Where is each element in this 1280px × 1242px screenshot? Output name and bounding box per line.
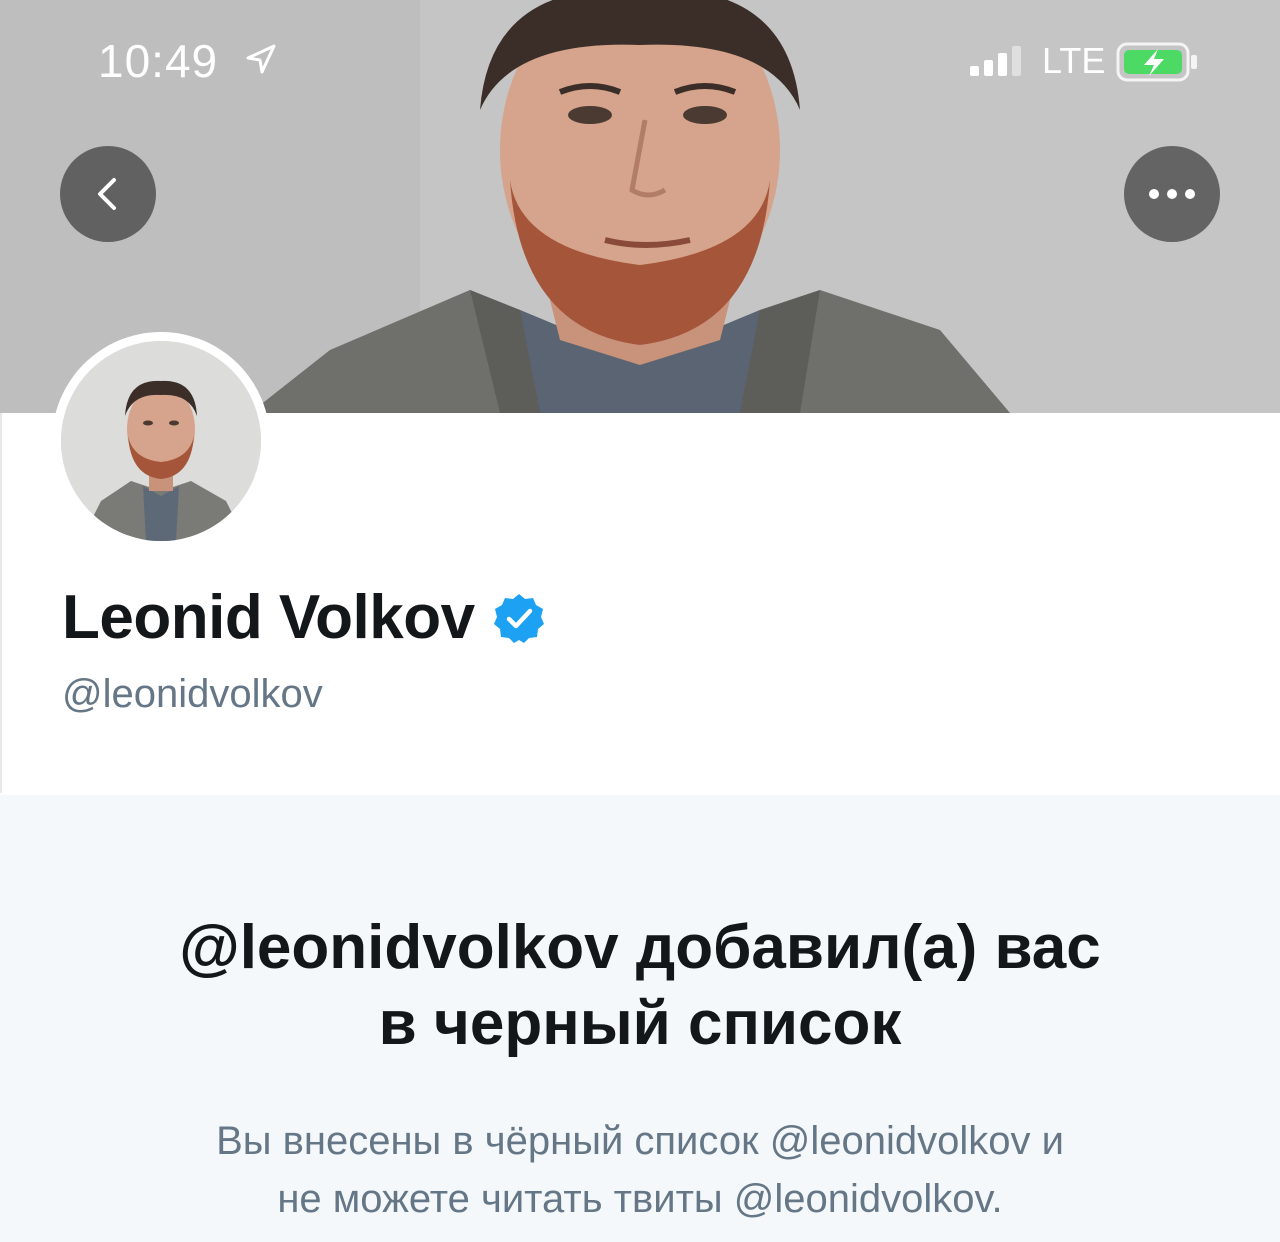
profile-avatar-frame[interactable] bbox=[52, 332, 270, 550]
status-bar: 10:49 LTE bbox=[0, 0, 1280, 120]
signal-bars-icon bbox=[970, 46, 1021, 76]
blocked-desc-line1: Вы внесены в чёрный список @leonidvolkov… bbox=[216, 1119, 1064, 1163]
profile-handle: @leonidvolkov bbox=[62, 672, 323, 716]
blocked-title-line2: в черный список bbox=[378, 989, 902, 1058]
location-arrow-icon bbox=[246, 44, 276, 74]
blocked-desc-line2: не можете читать твиты @leonidvolkov. bbox=[277, 1177, 1003, 1221]
chevron-left-icon bbox=[98, 178, 116, 210]
network-type: LTE bbox=[1042, 40, 1106, 81]
battery-charging-icon bbox=[1116, 42, 1197, 82]
ellipsis-icon bbox=[1149, 189, 1195, 199]
divider bbox=[0, 413, 2, 793]
blocked-title: @leonidvolkov добавил(а) вас в черный сп… bbox=[100, 910, 1180, 1062]
avatar-photo bbox=[61, 341, 261, 541]
back-button[interactable] bbox=[60, 146, 156, 242]
status-time: 10:49 bbox=[98, 35, 219, 87]
blocked-description: Вы внесены в чёрный список @leonidvolkov… bbox=[100, 1112, 1180, 1228]
avatar bbox=[61, 341, 261, 541]
profile-display-name: Leonid Volkov bbox=[62, 583, 475, 652]
profile-name: Leonid Volkov bbox=[62, 582, 545, 653]
more-options-button[interactable] bbox=[1124, 146, 1220, 242]
blocked-title-line1: @leonidvolkov добавил(а) вас bbox=[179, 913, 1101, 982]
verified-badge-icon bbox=[493, 593, 544, 643]
